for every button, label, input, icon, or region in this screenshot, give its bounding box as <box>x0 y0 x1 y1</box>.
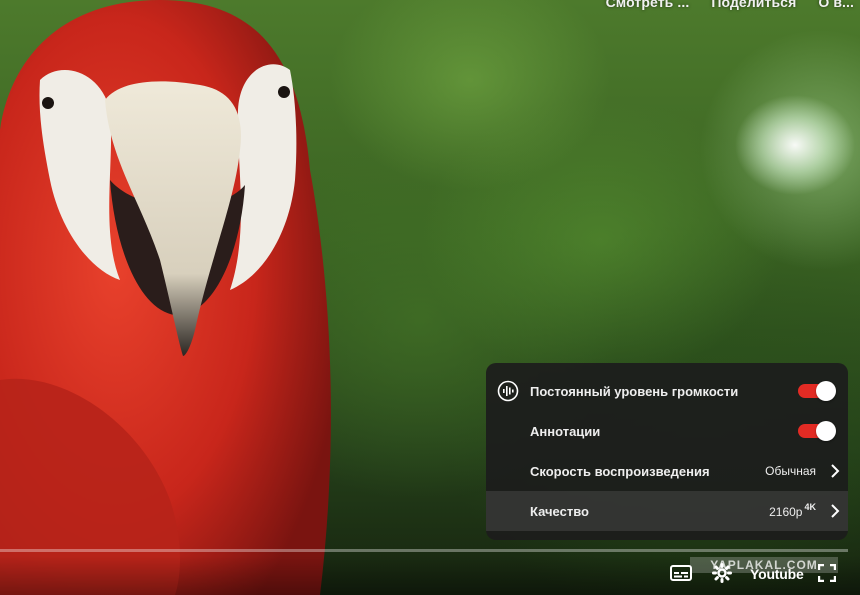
chevron-right-icon <box>822 504 848 518</box>
stable-volume-icon <box>497 380 519 402</box>
annotations-toggle[interactable] <box>798 421 836 441</box>
menu-item-playback-speed[interactable]: Скорость воспроизведения Обычная <box>486 451 848 491</box>
video-frame[interactable]: Смотреть ... Поделиться О в... Постоянны… <box>0 0 860 595</box>
youtube-logo[interactable]: Youtube <box>750 566 804 582</box>
progress-bar[interactable] <box>0 549 848 552</box>
stable-volume-toggle[interactable] <box>798 381 836 401</box>
info-button[interactable]: О в... <box>818 0 854 10</box>
subtitles-icon[interactable] <box>670 565 692 581</box>
menu-item-stable-volume[interactable]: Постоянный уровень громкости <box>486 371 848 411</box>
quality-value: 2160p 4K <box>769 502 816 519</box>
fullscreen-icon[interactable] <box>818 564 836 582</box>
menu-item-label: Аннотации <box>530 423 601 439</box>
settings-gear-icon[interactable] <box>712 563 732 583</box>
settings-menu: Постоянный уровень громкости Аннотации С… <box>486 363 848 540</box>
menu-item-label: Постоянный уровень громкости <box>530 383 739 399</box>
menu-item-annotations[interactable]: Аннотации <box>486 411 848 451</box>
share-button[interactable]: Поделиться <box>711 0 796 10</box>
menu-item-quality[interactable]: Качество 2160p 4K <box>486 491 848 531</box>
menu-item-label: Качество <box>530 503 589 519</box>
top-controls: Смотреть ... Поделиться О в... <box>606 0 860 10</box>
quality-badge: 4K <box>804 502 816 512</box>
chevron-right-icon <box>822 464 848 478</box>
menu-item-label: Скорость воспроизведения <box>530 463 710 479</box>
watch-later-button[interactable]: Смотреть ... <box>606 0 690 10</box>
playback-speed-value: Обычная <box>765 464 816 478</box>
